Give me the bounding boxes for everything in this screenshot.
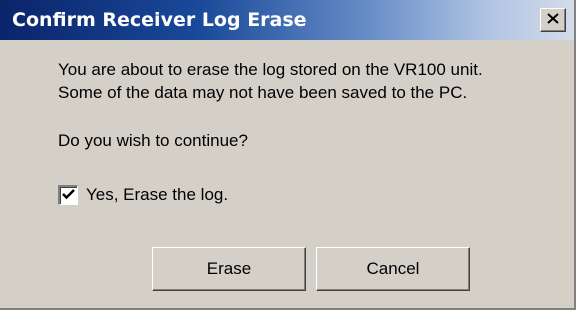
erase-confirm-checkbox-row[interactable]: Yes, Erase the log. — [58, 184, 228, 206]
title-bar[interactable]: Confirm Receiver Log Erase — [0, 0, 574, 40]
confirm-dialog: Confirm Receiver Log Erase You are about… — [0, 0, 576, 310]
erase-confirm-checkbox[interactable] — [58, 185, 78, 205]
cancel-button[interactable]: Cancel — [316, 247, 470, 291]
close-button[interactable] — [540, 8, 566, 32]
erase-button[interactable]: Erase — [152, 247, 306, 291]
checkbox-label: Yes, Erase the log. — [86, 185, 229, 204]
close-x-icon — [547, 11, 559, 29]
message-line-1: You are about to erase the log stored on… — [58, 60, 483, 79]
message-line-2: Some of the data may not have been saved… — [58, 83, 468, 102]
window-title: Confirm Receiver Log Erase — [12, 9, 307, 31]
checkmark-icon — [62, 187, 75, 205]
continue-question: Do you wish to continue? — [58, 131, 248, 150]
